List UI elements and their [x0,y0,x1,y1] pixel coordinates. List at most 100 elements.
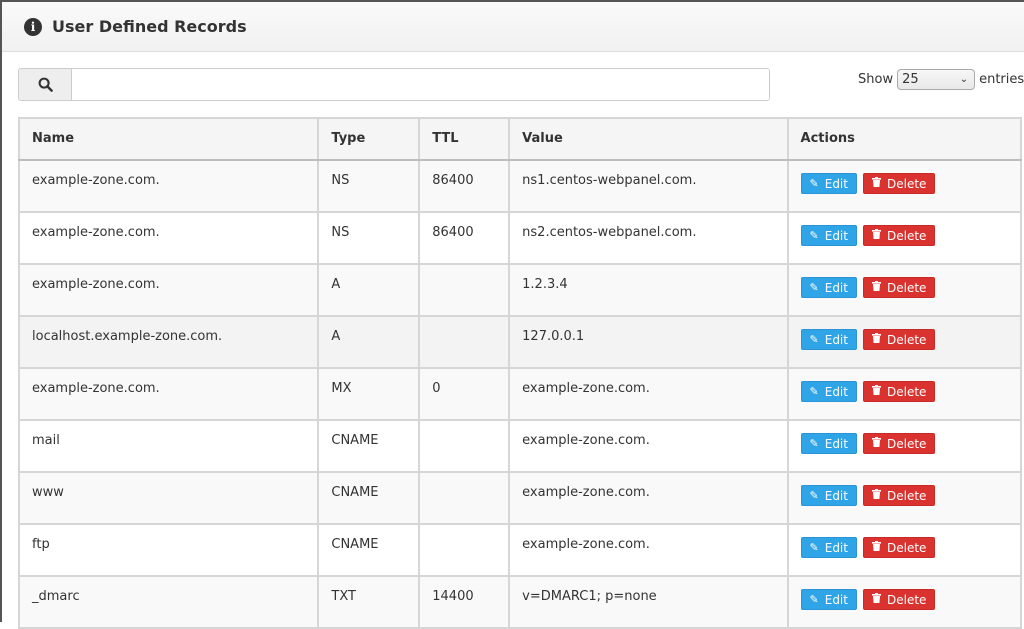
cell-value: example-zone.com. [508,419,789,473]
cell-ttl [418,419,511,473]
cell-ttl [418,523,511,577]
table-row: _dmarc TXT 14400 v=DMARC1; p=none ✎ Edit Delet… [17,575,1023,629]
column-header-type[interactable]: Type [317,117,421,161]
pencil-icon: ✎ [809,593,819,606]
delete-label: Delete [886,176,927,191]
trash-icon [871,541,881,554]
cell-value: example-zone.com. [508,523,789,577]
cell-ttl [418,315,511,369]
edit-button[interactable]: ✎ Edit [800,485,857,506]
delete-label: Delete [886,384,927,399]
table-header-row: Name Type TTL Value Actions [17,117,1023,161]
pencil-icon: ✎ [809,281,819,294]
delete-label: Delete [886,540,927,555]
pencil-icon: ✎ [809,385,819,398]
pencil-icon: ✎ [809,333,819,346]
edit-label: Edit [824,540,848,555]
cell-ttl [418,471,511,525]
records-table: Name Type TTL Value Actions example-zone… [17,117,1023,629]
cell-name: www [17,471,320,525]
cell-actions: ✎ Edit Delete [786,211,1023,265]
cell-name: example-zone.com. [17,159,320,213]
edit-button[interactable]: ✎ Edit [800,225,857,246]
cell-name: mail [17,419,320,473]
cell-ttl: 14400 [418,575,511,629]
pencil-icon: ✎ [809,541,819,554]
edit-label: Edit [824,332,848,347]
edit-button[interactable]: ✎ Edit [800,589,857,610]
column-header-ttl[interactable]: TTL [418,117,511,161]
edit-label: Edit [824,488,848,503]
edit-button[interactable]: ✎ Edit [800,329,857,350]
edit-label: Edit [824,280,848,295]
delete-button[interactable]: Delete [862,381,936,402]
cell-type: A [317,263,421,317]
cell-name: example-zone.com. [17,367,320,421]
cell-value: 127.0.0.1 [508,315,789,369]
cell-ttl [418,263,511,317]
cell-type: MX [317,367,421,421]
cell-actions: ✎ Edit Delete [786,523,1023,577]
delete-button[interactable]: Delete [862,277,936,298]
table-row: example-zone.com. A 1.2.3.4 ✎ Edit Delete [17,263,1023,317]
cell-type: CNAME [317,419,421,473]
show-label: Show [858,71,894,87]
cell-actions: ✎ Edit Delete [786,315,1023,369]
cell-actions: ✎ Edit Delete [786,575,1023,629]
edit-button[interactable]: ✎ Edit [800,433,857,454]
cell-value: v=DMARC1; p=none [508,575,789,629]
search-input[interactable] [72,69,769,100]
table-row: example-zone.com. NS 86400 ns1.centos-webpa… [17,159,1023,213]
table-row: localhost.example-zone.com. A 127.0.0.1 ✎ Ed… [17,315,1023,369]
delete-button[interactable]: Delete [862,173,936,194]
edit-button[interactable]: ✎ Edit [800,537,857,558]
edit-button[interactable]: ✎ Edit [800,381,857,402]
edit-label: Edit [824,436,848,451]
entries-select-value: 25 [902,71,919,87]
column-header-value[interactable]: Value [508,117,789,161]
cell-value: 1.2.3.4 [508,263,789,317]
trash-icon [871,281,881,294]
table-row: www CNAME example-zone.com. ✎ Edit Delete [17,471,1023,525]
edit-button[interactable]: ✎ Edit [800,173,857,194]
column-header-name[interactable]: Name [17,117,320,161]
cell-value: ns2.centos-webpanel.com. [508,211,789,265]
entries-select[interactable]: 25 ⌄ [897,68,976,90]
pencil-icon: ✎ [809,177,819,190]
cell-type: NS [317,159,421,213]
trash-icon [871,177,881,190]
table-row: ftp CNAME example-zone.com. ✎ Edit Delete [17,523,1023,577]
cell-name: ftp [17,523,320,577]
chevron-down-icon: ⌄ [959,73,969,85]
delete-label: Delete [886,592,927,607]
table-row: example-zone.com. NS 86400 ns2.centos-webpa… [17,211,1023,265]
delete-button[interactable]: Delete [862,225,936,246]
info-circle-icon: i [24,17,42,36]
delete-label: Delete [886,436,927,451]
edit-button[interactable]: ✎ Edit [800,277,857,298]
cell-name: example-zone.com. [17,211,320,265]
delete-button[interactable]: Delete [862,329,936,350]
cell-value: example-zone.com. [508,471,789,525]
cell-name: localhost.example-zone.com. [17,315,320,369]
delete-button[interactable]: Delete [862,433,936,454]
delete-button[interactable]: Delete [862,537,936,558]
delete-button[interactable]: Delete [862,485,936,506]
cell-ttl: 0 [418,367,511,421]
cell-name: example-zone.com. [17,263,320,317]
edit-label: Edit [824,384,848,399]
entries-label: entries [979,71,1024,87]
search-icon[interactable] [19,69,72,100]
pencil-icon: ✎ [809,229,819,242]
trash-icon [871,333,881,346]
edit-label: Edit [824,592,848,607]
cell-type: CNAME [317,523,421,577]
entries-length: Show 25 ⌄ entries [858,68,1024,90]
trash-icon [871,437,881,450]
cell-type: TXT [317,575,421,629]
trash-icon [871,229,881,242]
delete-button[interactable]: Delete [862,589,936,610]
column-header-actions: Actions [786,117,1023,161]
cell-name: _dmarc [17,575,320,629]
delete-label: Delete [886,228,927,243]
